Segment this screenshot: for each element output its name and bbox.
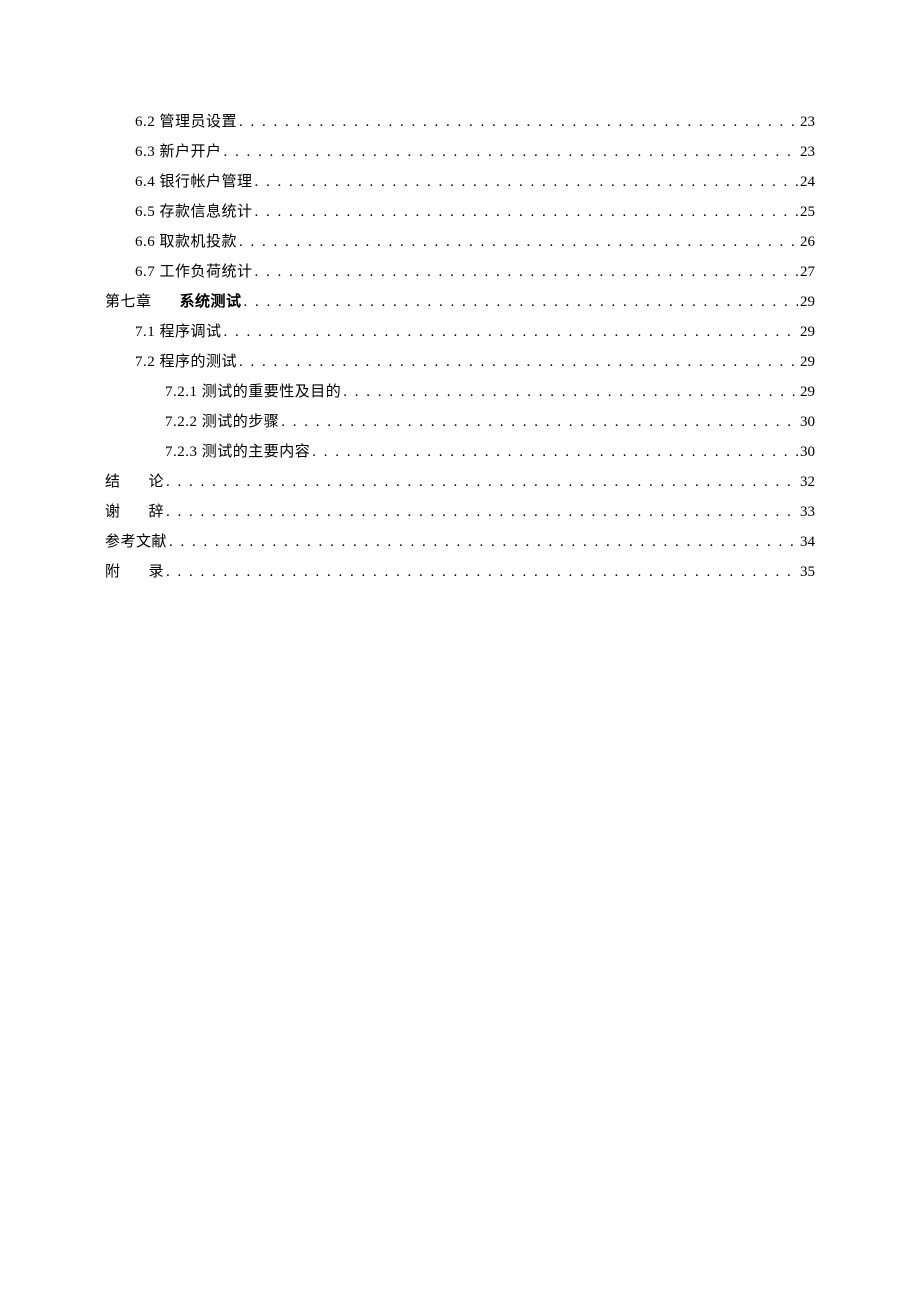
toc-entry: 6.4 银行帐户管理 24 [105, 170, 815, 200]
toc-leader-dots [167, 534, 798, 551]
toc-entry-label: 6.6 取款机投款 [135, 230, 237, 251]
toc-entry-page: 30 [798, 414, 815, 431]
toc-entry: 结论32 [105, 470, 815, 500]
toc-entry-label: 7.2.2 测试的步骤 [165, 410, 279, 431]
toc-entry-page: 29 [798, 384, 815, 401]
toc-entry-label: 参考文献 [105, 530, 167, 551]
toc-entry: 参考文献 34 [105, 530, 815, 560]
toc-entry-page: 29 [798, 324, 815, 341]
toc-leader-dots [341, 384, 798, 401]
toc-leader-dots [164, 504, 798, 521]
toc-leader-dots [310, 444, 798, 461]
toc-leader-dots [237, 234, 798, 251]
toc-entry-page: 23 [798, 144, 815, 161]
toc-entry-label: 6.2 管理员设置 [135, 110, 237, 131]
toc-label-char: 录 [149, 564, 165, 580]
toc-label-char: 辞 [149, 504, 165, 520]
toc-entry: 6.6 取款机投款 26 [105, 230, 815, 260]
toc-entry: 7.2.2 测试的步骤 30 [105, 410, 815, 440]
toc-entry: 7.2.1 测试的重要性及目的 29 [105, 380, 815, 410]
toc-leader-dots [279, 414, 798, 431]
toc-leader-dots [222, 144, 798, 161]
toc-entry-page: 33 [798, 504, 815, 521]
toc-entry: 6.2 管理员设置 23 [105, 110, 815, 140]
toc-leader-dots [222, 324, 798, 341]
toc-entry-label: 谢辞 [105, 500, 164, 521]
toc-leader-dots [242, 294, 798, 311]
toc-entry-label: 6.7 工作负荷统计 [135, 260, 253, 281]
toc-entry-label: 附录 [105, 560, 164, 581]
toc-entry-label: 第七章 系统测试 [105, 290, 242, 311]
toc-entry: 7.2.3 测试的主要内容 30 [105, 440, 815, 470]
toc-entry-label: 6.4 银行帐户管理 [135, 170, 253, 191]
toc-entry: 附录35 [105, 560, 815, 590]
toc-leader-dots [237, 114, 798, 131]
toc-entry-label: 7.2.1 测试的重要性及目的 [165, 380, 341, 401]
toc-label-char: 附 [105, 564, 121, 580]
toc-chapter-number: 第七章 [105, 294, 152, 310]
toc-entry-page: 34 [798, 534, 815, 551]
toc-label-char: 结 [105, 474, 121, 490]
toc-entry: 6.7 工作负荷统计 27 [105, 260, 815, 290]
toc-leader-dots [237, 354, 798, 371]
toc-entry-label: 7.2 程序的测试 [135, 350, 237, 371]
toc-label-char: 论 [149, 474, 165, 490]
toc-leader-dots [253, 204, 798, 221]
toc-leader-dots [253, 264, 798, 281]
toc-leader-dots [253, 174, 798, 191]
toc-label-char: 谢 [105, 504, 121, 520]
toc-entry-label: 7.1 程序调试 [135, 320, 222, 341]
toc-entry-page: 29 [798, 294, 815, 311]
toc-entry-page: 35 [798, 564, 815, 581]
toc-leader-dots [164, 564, 798, 581]
toc-entry-label: 7.2.3 测试的主要内容 [165, 440, 310, 461]
toc-entry-label: 6.3 新户开户 [135, 140, 222, 161]
toc-entry: 6.5 存款信息统计 25 [105, 200, 815, 230]
toc-entry-label: 结论 [105, 470, 164, 491]
toc-entry-label: 6.5 存款信息统计 [135, 200, 253, 221]
toc-entry: 谢辞33 [105, 500, 815, 530]
toc-entry-page: 29 [798, 354, 815, 371]
toc-entry-page: 27 [798, 264, 815, 281]
toc-entry-page: 30 [798, 444, 815, 461]
toc-leader-dots [164, 474, 798, 491]
toc-entry: 第七章 系统测试 29 [105, 290, 815, 320]
toc-entry: 7.1 程序调试 29 [105, 320, 815, 350]
toc-entry: 7.2 程序的测试 29 [105, 350, 815, 380]
toc-entry-page: 26 [798, 234, 815, 251]
toc-chapter-title: 系统测试 [180, 294, 242, 310]
toc-entry-page: 24 [798, 174, 815, 191]
toc-entry-page: 25 [798, 204, 815, 221]
table-of-contents: 6.2 管理员设置 23 6.3 新户开户 23 6.4 银行帐户管理 24 6.5 存款信… [105, 110, 815, 590]
toc-entry-page: 32 [798, 474, 815, 491]
toc-entry-page: 23 [798, 114, 815, 131]
toc-entry: 6.3 新户开户 23 [105, 140, 815, 170]
